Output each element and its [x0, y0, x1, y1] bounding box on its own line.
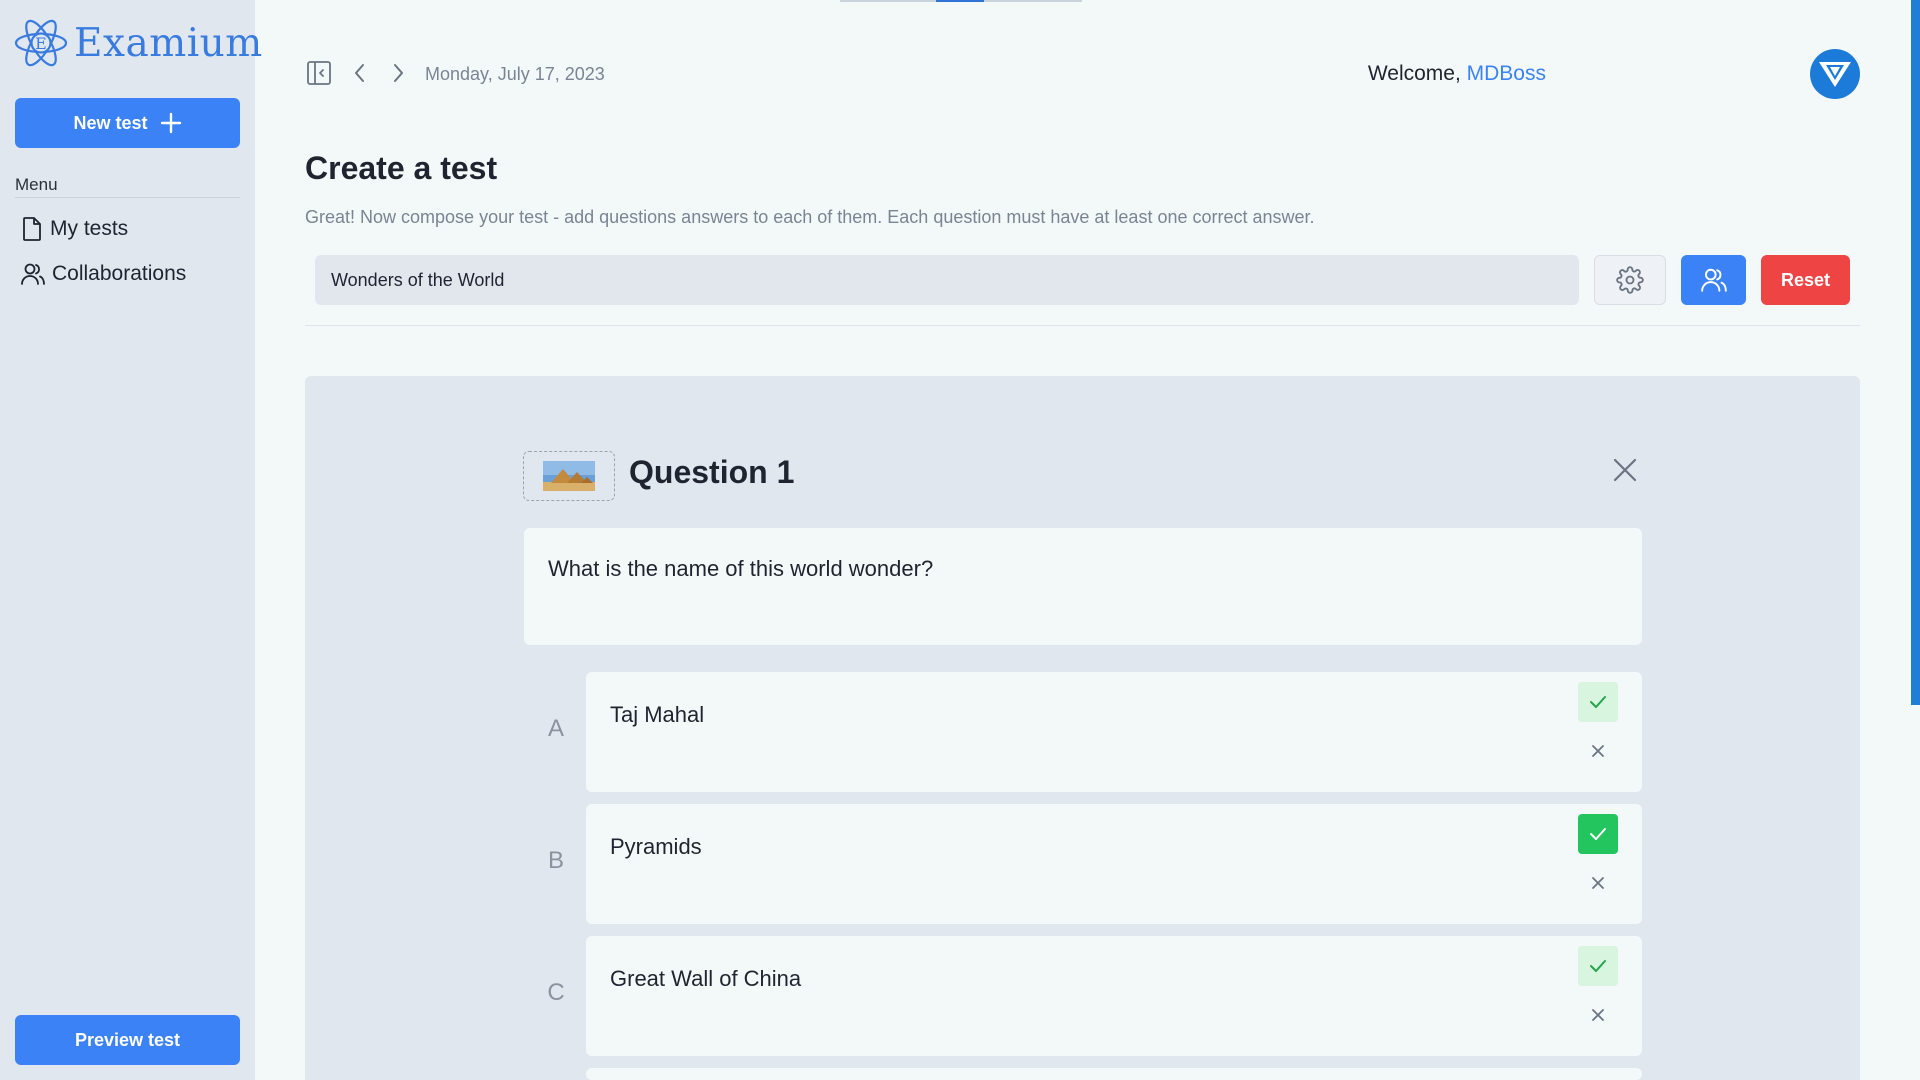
- answer-card[interactable]: Pyramids: [586, 804, 1642, 924]
- file-icon: [23, 217, 41, 241]
- menu-heading: Menu: [15, 175, 58, 194]
- scrollbar[interactable]: [1911, 0, 1920, 705]
- sidebar-item-label: My tests: [50, 217, 129, 240]
- answer-text[interactable]: Pyramids: [610, 834, 702, 860]
- plus-icon: [160, 112, 181, 134]
- question-title: Question 1: [629, 454, 795, 490]
- close-icon: [1592, 877, 1604, 889]
- header-nav: [306, 60, 408, 86]
- close-icon: [1592, 745, 1604, 757]
- answer-card[interactable]: Taj Mahal: [586, 672, 1642, 792]
- svg-text:E: E: [35, 34, 47, 53]
- welcome-prefix: Welcome,: [1367, 62, 1467, 85]
- test-title-input[interactable]: [315, 255, 1579, 305]
- delete-answer-button[interactable]: [1578, 1000, 1618, 1030]
- question-text-field[interactable]: What is the name of this world wonder?: [524, 528, 1642, 645]
- new-test-label: New test: [73, 112, 148, 133]
- delete-answer-button[interactable]: [1578, 868, 1618, 898]
- answer-letter: B: [547, 847, 564, 874]
- settings-button[interactable]: [1594, 255, 1666, 305]
- close-icon: [1592, 1009, 1604, 1021]
- answer-letter: A: [547, 715, 564, 742]
- close-icon[interactable]: [1610, 455, 1640, 485]
- sidebar-item-collaborations[interactable]: Collaborations: [20, 261, 186, 287]
- menu-divider: [15, 197, 240, 198]
- check-icon: [1590, 960, 1606, 972]
- welcome-message: Welcome, MDBoss: [1368, 62, 1546, 86]
- atom-logo-icon: E: [14, 19, 68, 67]
- page-subtitle: Great! Now compose your test - add quest…: [305, 207, 1315, 227]
- gear-icon: [1616, 266, 1644, 294]
- progress-bar: [840, 0, 1082, 2]
- sidebar-item-my-tests[interactable]: My tests: [20, 216, 128, 242]
- delete-answer-button[interactable]: [1578, 736, 1618, 766]
- page-title: Create a test: [305, 150, 498, 186]
- current-date: Monday, July 17, 2023: [425, 64, 605, 84]
- app-logo[interactable]: E Examium: [14, 14, 263, 72]
- progress-fill: [936, 0, 984, 2]
- mark-correct-button[interactable]: [1578, 946, 1618, 986]
- reset-button[interactable]: Reset: [1761, 255, 1850, 305]
- mark-correct-button[interactable]: [1578, 682, 1618, 722]
- sidebar-item-label: Collaborations: [52, 262, 187, 285]
- answer-letter: C: [547, 979, 565, 1006]
- pyramids-image-icon: [543, 461, 595, 491]
- mark-correct-button[interactable]: [1578, 814, 1618, 854]
- check-icon: [1590, 696, 1606, 708]
- chevron-left-icon[interactable]: [350, 62, 370, 84]
- avatar[interactable]: [1810, 49, 1860, 99]
- answer-card[interactable]: Great Wall of China: [586, 936, 1642, 1056]
- new-test-button[interactable]: New test: [15, 98, 240, 148]
- divider: [305, 325, 1860, 326]
- preview-test-label: Preview test: [74, 1029, 181, 1050]
- app-name: Examium: [74, 20, 263, 66]
- preview-test-button[interactable]: Preview test: [15, 1015, 240, 1065]
- chevron-right-icon[interactable]: [388, 62, 408, 84]
- collaborators-button[interactable]: [1681, 255, 1746, 305]
- question-image-thumbnail[interactable]: [523, 451, 615, 501]
- answer-card[interactable]: [586, 1068, 1642, 1080]
- users-icon: [21, 263, 45, 285]
- avatar-logo-icon: [1819, 62, 1851, 87]
- username-link[interactable]: MDBoss: [1467, 62, 1546, 85]
- sidebar: E Examium New test Menu My tests Collabo…: [0, 0, 262, 1080]
- users-icon: [1700, 268, 1727, 292]
- sidebar-toggle-icon[interactable]: [306, 60, 332, 86]
- answer-text[interactable]: Great Wall of China: [610, 966, 801, 992]
- answer-text[interactable]: Taj Mahal: [610, 702, 704, 728]
- check-icon: [1590, 828, 1606, 840]
